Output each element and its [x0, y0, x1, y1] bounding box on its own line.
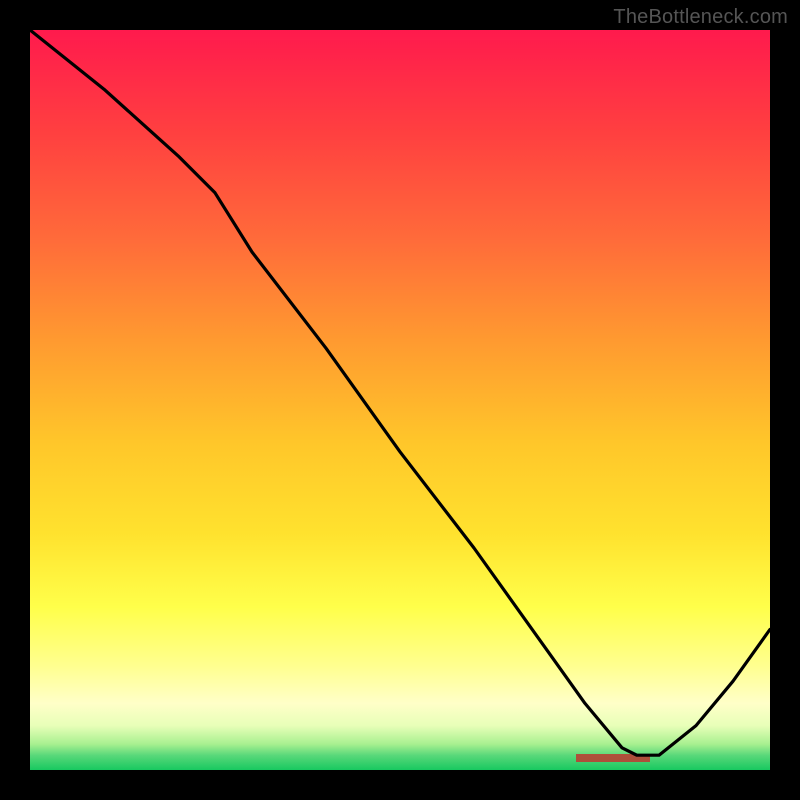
chart-frame: TheBottleneck.com — [0, 0, 800, 800]
watermark-text: TheBottleneck.com — [613, 6, 788, 29]
chart-plot-area — [30, 30, 770, 770]
chart-svg — [30, 30, 770, 770]
gradient-background — [30, 30, 770, 770]
